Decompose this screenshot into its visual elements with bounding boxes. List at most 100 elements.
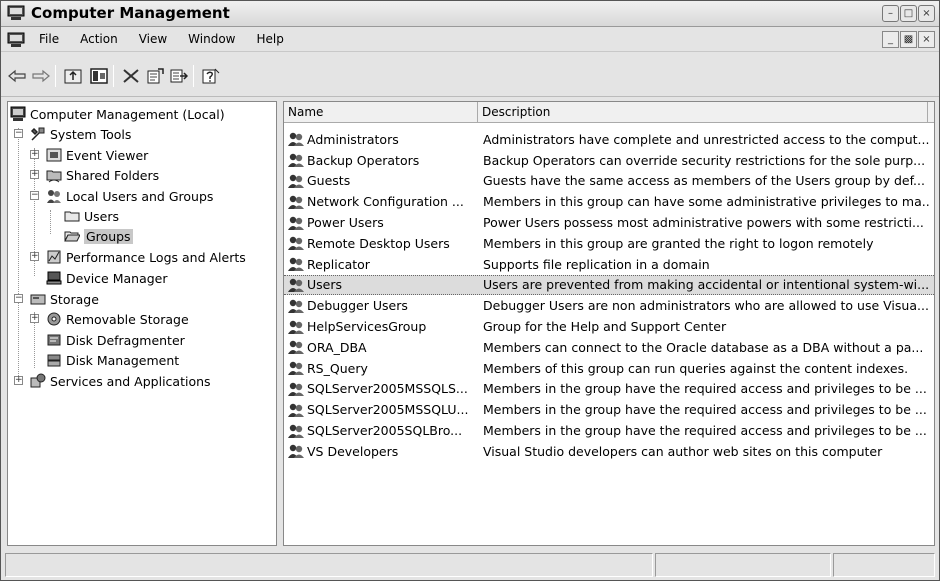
computer-icon: [7, 5, 25, 20]
export-list-icon[interactable]: [169, 66, 189, 86]
removable-storage-icon: [47, 312, 61, 326]
child-restore-button[interactable]: ▩: [900, 31, 917, 48]
group-name: Guests: [307, 173, 351, 189]
list-row[interactable]: Guests Guests have the same access as mem…: [284, 171, 934, 192]
list-row[interactable]: Backup Operators Backup Operators can ove…: [284, 150, 934, 171]
collapse-local-users-groups-icon[interactable]: −: [30, 191, 39, 200]
expand-event-viewer-icon[interactable]: +: [30, 150, 39, 159]
tree-item-users[interactable]: Users: [64, 206, 119, 226]
expand-services-apps-icon[interactable]: +: [14, 376, 23, 385]
status-bar: [1, 551, 939, 580]
group-name: SQLServer2005MSSQLS...: [307, 381, 468, 397]
group-name: Backup Operators: [307, 152, 420, 168]
menu-file[interactable]: File: [39, 32, 59, 46]
tree-item-performance-logs[interactable]: Performance Logs and Alerts: [46, 247, 246, 267]
list-row[interactable]: Debugger Users Debugger Users are non adm…: [284, 295, 934, 316]
group-description: Members in this group can have some admi…: [483, 194, 929, 210]
device-manager-icon: [46, 271, 62, 285]
maximize-button[interactable]: □: [900, 5, 917, 22]
list-row[interactable]: ORA_DBA Members can connect to the Oracle…: [284, 337, 934, 358]
group-name: ORA_DBA: [307, 339, 367, 355]
group-name: Administrators: [307, 131, 399, 147]
group-description: Members can connect to the Oracle databa…: [483, 339, 924, 355]
folder-icon: [64, 211, 80, 222]
tree-item-services-and-applications[interactable]: Services and Applications: [30, 371, 211, 391]
tree-item-device-manager[interactable]: Device Manager: [46, 268, 168, 288]
group-name-cell: Administrators: [284, 131, 479, 147]
list-row[interactable]: SQLServer2005MSSQLS... Members in the gro…: [284, 379, 934, 400]
group-name: Network Configuration ...: [307, 194, 464, 210]
menu-bar: File Action View Window Help _ ▩ ×: [1, 28, 939, 52]
tree-item-removable-storage[interactable]: Removable Storage: [46, 309, 189, 329]
group-description: Guests have the same access as members o…: [483, 173, 925, 189]
menu-action[interactable]: Action: [80, 32, 118, 46]
list-row[interactable]: Network Configuration ... Members in this…: [284, 191, 934, 212]
group-icon: [288, 195, 304, 209]
list-row[interactable]: SQLServer2005SQLBro... Members in the gro…: [284, 420, 934, 441]
minimize-button[interactable]: –: [882, 5, 899, 22]
group-name: Debugger Users: [307, 298, 408, 314]
menu-window[interactable]: Window: [188, 32, 235, 46]
group-name: Replicator: [307, 256, 370, 272]
title-bar: Computer Management – □ ×: [1, 1, 939, 27]
expand-removable-storage-icon[interactable]: +: [30, 314, 39, 323]
group-icon: [288, 133, 304, 147]
group-icon: [288, 299, 304, 313]
list-row[interactable]: RS_Query Members of this group can run qu…: [284, 358, 934, 379]
group-name-cell: SQLServer2005MSSQLU...: [284, 402, 479, 418]
status-panel-main: [5, 553, 653, 577]
group-name-cell: SQLServer2005MSSQLS...: [284, 381, 479, 397]
group-name-cell: VS Developers: [284, 443, 479, 459]
group-description: Visual Studio developers can author web …: [483, 443, 883, 459]
column-header-description[interactable]: Description: [478, 102, 928, 123]
tree-item-computer-management[interactable]: Computer Management (Local): [10, 104, 225, 124]
list-row[interactable]: VS Developers Visual Studio developers ca…: [284, 441, 934, 462]
child-close-button[interactable]: ×: [918, 31, 935, 48]
tree-item-disk-management[interactable]: Disk Management: [46, 350, 179, 370]
storage-icon: [30, 294, 46, 305]
computer-icon: [10, 106, 26, 121]
close-button[interactable]: ×: [918, 5, 935, 22]
up-one-level-icon[interactable]: [63, 66, 83, 86]
list-row[interactable]: HelpServicesGroup Group for the Help and …: [284, 316, 934, 337]
menu-view[interactable]: View: [139, 32, 167, 46]
show-hide-tree-icon[interactable]: [89, 66, 109, 86]
list-row[interactable]: SQLServer2005MSSQLU... Members in the gro…: [284, 399, 934, 420]
users-group-icon: [47, 190, 61, 203]
tree-item-event-viewer[interactable]: Event Viewer: [46, 145, 148, 165]
list-row[interactable]: Remote Desktop Users Members in this grou…: [284, 233, 934, 254]
collapse-system-tools-icon[interactable]: −: [14, 129, 23, 138]
status-panel-3: [833, 553, 935, 577]
group-name: Remote Desktop Users: [307, 235, 450, 251]
tree-item-local-users-and-groups[interactable]: Local Users and Groups: [46, 186, 213, 206]
group-description: Group for the Help and Support Center: [483, 319, 727, 335]
column-header-name[interactable]: Name: [284, 102, 478, 123]
list-row[interactable]: Administrators Administrators have comple…: [284, 129, 934, 150]
list-row[interactable]: Replicator Supports file replication in a…: [284, 254, 934, 275]
group-icon: [288, 174, 304, 188]
tree-item-groups[interactable]: Groups: [64, 226, 133, 246]
computer-icon[interactable]: [7, 32, 25, 48]
expand-performance-logs-icon[interactable]: +: [30, 252, 39, 261]
tree-item-system-tools[interactable]: System Tools: [30, 124, 131, 144]
tree-item-disk-defragmenter[interactable]: Disk Defragmenter: [46, 330, 185, 350]
expand-shared-folders-icon[interactable]: +: [30, 170, 39, 179]
event-viewer-icon: [46, 148, 62, 162]
tree-item-shared-folders[interactable]: Shared Folders: [46, 165, 159, 185]
forward-icon[interactable]: [31, 66, 51, 86]
group-name: RS_Query: [307, 360, 368, 376]
tree-item-storage[interactable]: Storage: [30, 289, 99, 309]
collapse-storage-icon[interactable]: −: [14, 294, 23, 303]
help-icon[interactable]: [201, 66, 221, 86]
back-icon[interactable]: [7, 66, 27, 86]
list-row[interactable]: Users Users are prevented from making acc…: [284, 274, 934, 296]
menu-help[interactable]: Help: [257, 32, 284, 46]
list-row[interactable]: Power Users Power Users possess most admi…: [284, 212, 934, 233]
computer-management-window: Computer Management – □ × File Action Vi…: [0, 0, 940, 581]
group-icon: [288, 153, 304, 168]
group-name-cell: SQLServer2005SQLBro...: [284, 423, 479, 439]
delete-icon[interactable]: [121, 66, 141, 86]
child-minimize-button[interactable]: _: [882, 31, 899, 48]
properties-icon[interactable]: [145, 66, 165, 86]
group-description: Power Users possess most administrative …: [483, 215, 924, 231]
